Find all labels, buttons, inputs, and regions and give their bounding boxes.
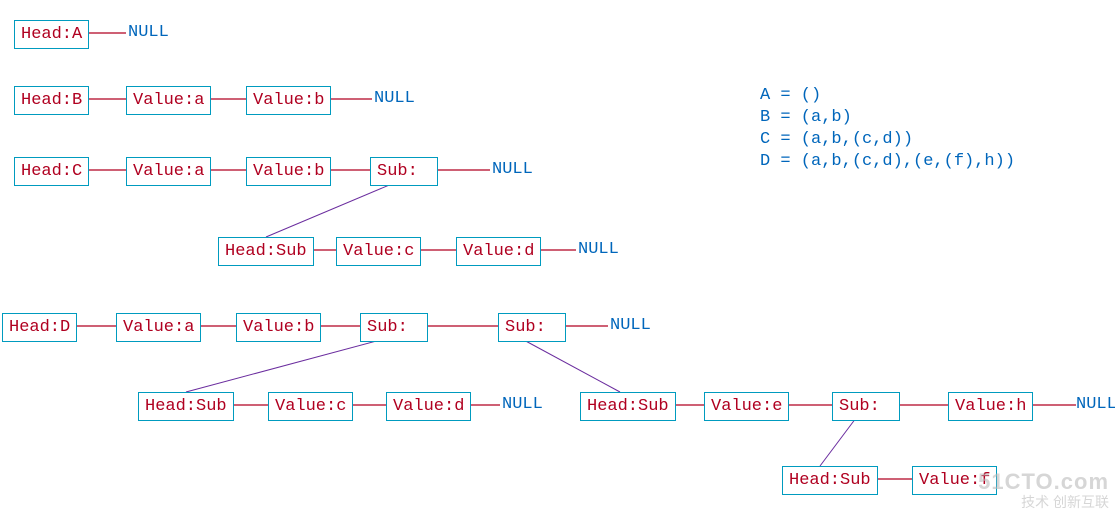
null-d-main: NULL [610,316,651,335]
watermark-line2: 技术 创新互联 [978,495,1109,510]
node-d-sub2-value-e: Value:e [704,392,789,421]
node-b-value-b: Value:b [246,86,331,115]
node-c-sub-value-d: Value:d [456,237,541,266]
definition-d: D = (a,b,(c,d),(e,(f),h)) [760,152,1015,171]
node-c-sub: Sub: [370,157,438,186]
node-c-value-a: Value:a [126,157,211,186]
null-c-sub: NULL [578,240,619,259]
null-a: NULL [128,23,169,42]
null-d-sub1: NULL [502,395,543,414]
node-c-sub-head: Head:Sub [218,237,314,266]
node-d-inner-head: Head:Sub [782,466,878,495]
null-d-sub2: NULL [1076,395,1115,414]
watermark: 51CTO.com 技术 创新互联 [978,470,1109,510]
node-d-sub2-head: Head:Sub [580,392,676,421]
watermark-line1: 51CTO.com [978,470,1109,494]
node-head-b: Head:B [14,86,89,115]
node-d-sub2: Sub: [498,313,566,342]
node-c-value-b: Value:b [246,157,331,186]
definition-a: A = () [760,86,821,105]
node-d-sub1-value-d: Value:d [386,392,471,421]
node-d-value-a: Value:a [116,313,201,342]
node-d-sub2-value-h: Value:h [948,392,1033,421]
null-c-main: NULL [492,160,533,179]
node-b-value-a: Value:a [126,86,211,115]
node-c-sub-value-c: Value:c [336,237,421,266]
node-head-a: Head:A [14,20,89,49]
node-d-sub1-value-c: Value:c [268,392,353,421]
null-b: NULL [374,89,415,108]
node-d-sub1-head: Head:Sub [138,392,234,421]
node-head-d: Head:D [2,313,77,342]
node-d-sub1: Sub: [360,313,428,342]
node-d-sub2-sub: Sub: [832,392,900,421]
definition-c: C = (a,b,(c,d)) [760,130,913,149]
node-head-c: Head:C [14,157,89,186]
node-d-value-b: Value:b [236,313,321,342]
definition-b: B = (a,b) [760,108,852,127]
